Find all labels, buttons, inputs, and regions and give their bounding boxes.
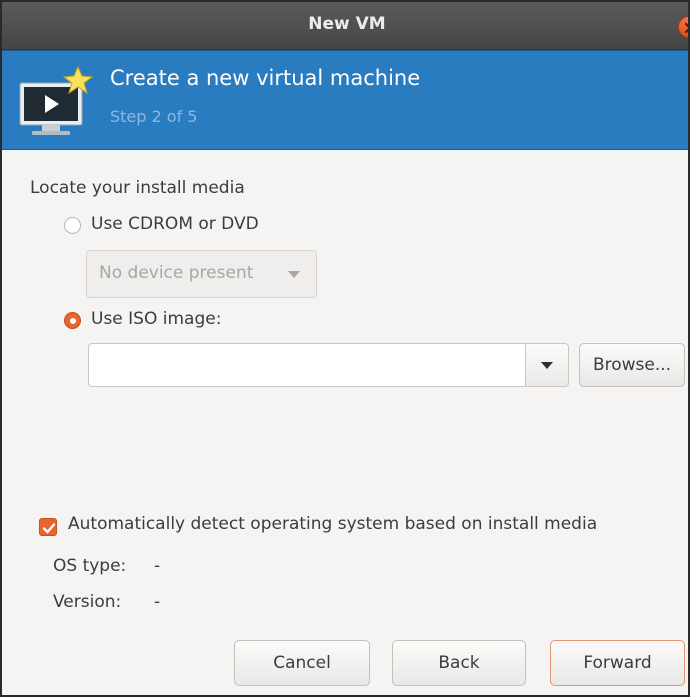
title-bar[interactable]: New VM	[2, 2, 688, 50]
close-icon	[684, 22, 688, 34]
cdrom-label[interactable]: Use CDROM or DVD	[91, 214, 259, 234]
os-type-value: -	[154, 556, 161, 576]
version-label: Version:	[53, 592, 122, 612]
iso-path-input[interactable]	[88, 343, 526, 387]
back-button[interactable]: Back	[392, 640, 526, 686]
monitor-icon	[19, 65, 94, 135]
chevron-down-icon	[288, 271, 300, 278]
wizard-banner: Create a new virtual machine Step 2 of 5	[2, 50, 688, 150]
auto-detect-label[interactable]: Automatically detect operating system ba…	[68, 514, 597, 534]
iso-label[interactable]: Use ISO image:	[91, 309, 221, 329]
close-button[interactable]	[678, 16, 688, 38]
device-select-value: No device present	[99, 263, 254, 283]
browse-button[interactable]: Browse...	[579, 343, 685, 387]
chevron-down-icon	[541, 362, 553, 369]
check-icon	[42, 523, 56, 534]
cdrom-radio[interactable]	[64, 217, 81, 234]
iso-history-dropdown[interactable]	[525, 343, 569, 387]
banner-title: Create a new virtual machine	[110, 66, 421, 90]
device-select: No device present	[86, 250, 317, 298]
iso-radio[interactable]	[64, 312, 81, 329]
window-title: New VM	[308, 14, 386, 34]
wizard-content: Locate your install media Use CDROM or D…	[2, 150, 688, 695]
version-value: -	[154, 592, 161, 612]
install-media-heading: Locate your install media	[30, 178, 245, 198]
forward-button[interactable]: Forward	[550, 640, 685, 686]
new-vm-window: New VM Create a new virtual machine Step…	[0, 0, 690, 697]
auto-detect-checkbox[interactable]	[39, 518, 57, 536]
os-type-label: OS type:	[53, 556, 127, 576]
cancel-button[interactable]: Cancel	[234, 640, 370, 686]
step-indicator: Step 2 of 5	[110, 107, 198, 126]
